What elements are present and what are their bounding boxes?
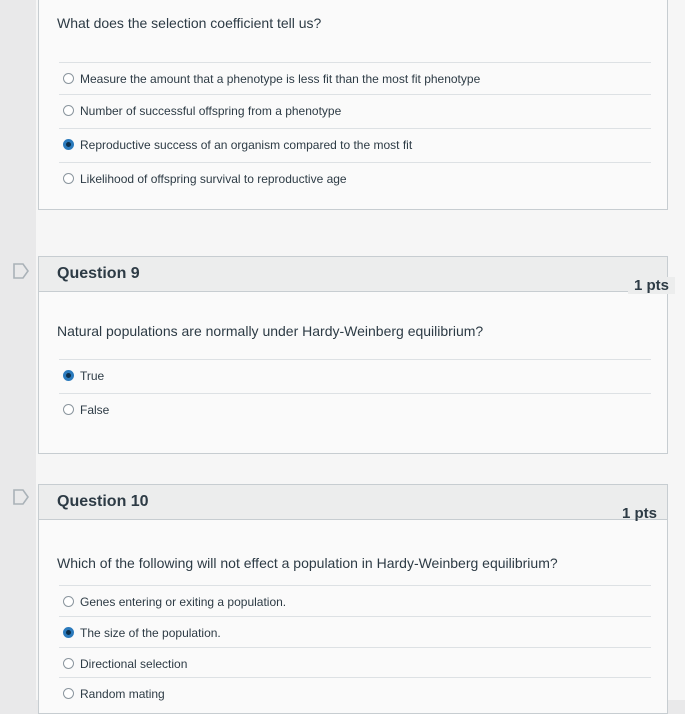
answer-label: Directional selection: [80, 656, 188, 671]
answer-option[interactable]: Likelihood of offspring survival to repr…: [59, 162, 651, 194]
radio-button-icon[interactable]: [63, 73, 74, 84]
answer-option[interactable]: Genes entering or exiting a population.: [59, 585, 651, 617]
answer-label: Likelihood of offspring survival to repr…: [80, 171, 347, 186]
question-10-title: Question 10: [57, 493, 149, 510]
question-10-card: Question 10 1 pts Which of the following…: [38, 484, 668, 714]
question-10-text: Which of the following will not effect a…: [57, 555, 558, 571]
answer-option[interactable]: False: [59, 393, 651, 425]
radio-button-icon[interactable]: [63, 139, 74, 150]
radio-button-icon[interactable]: [63, 658, 74, 669]
answer-label: The size of the population.: [80, 625, 221, 640]
question-9-points: 1 pts: [627, 277, 675, 294]
radio-button-icon[interactable]: [63, 370, 74, 381]
answer-label: True: [80, 368, 105, 383]
radio-button-icon[interactable]: [63, 404, 74, 415]
question-10-header: Question 10: [39, 485, 667, 520]
question-8-text: What does the selection coefficient tell…: [57, 15, 322, 31]
answer-label: Random mating: [80, 686, 165, 701]
bookmark-flag-icon[interactable]: [12, 488, 30, 506]
question-9-text: Natural populations are normally under H…: [57, 323, 484, 339]
radio-button-icon[interactable]: [63, 105, 74, 116]
radio-button-icon[interactable]: [63, 173, 74, 184]
answer-label: False: [80, 402, 110, 417]
question-9-header: Question 9: [39, 257, 667, 292]
answer-option[interactable]: Directional selection: [59, 647, 651, 679]
answer-option[interactable]: Number of successful offspring from a ph…: [59, 94, 651, 126]
answer-label: Measure the amount that a phenotype is l…: [80, 71, 481, 86]
answer-option[interactable]: Random mating: [59, 677, 651, 709]
answer-label: Reproductive success of an organism comp…: [80, 137, 413, 152]
question-8-card: What does the selection coefficient tell…: [38, 0, 668, 210]
radio-button-icon[interactable]: [63, 627, 74, 638]
answer-option[interactable]: True: [59, 359, 651, 391]
answer-label: Genes entering or exiting a population.: [80, 594, 287, 609]
answer-option[interactable]: The size of the population.: [59, 616, 651, 648]
question-9-title: Question 9: [57, 265, 140, 282]
question-9-card: Question 9 1 pts Natural populations are…: [38, 256, 675, 454]
answer-option[interactable]: Reproductive success of an organism comp…: [59, 128, 651, 160]
bookmark-flag-icon[interactable]: [12, 262, 30, 280]
answer-option[interactable]: Measure the amount that a phenotype is l…: [59, 62, 651, 94]
question-10-points: 1 pts: [621, 505, 657, 522]
answer-label: Number of successful offspring from a ph…: [80, 103, 342, 118]
radio-button-icon[interactable]: [63, 688, 74, 699]
radio-button-icon[interactable]: [63, 596, 74, 607]
